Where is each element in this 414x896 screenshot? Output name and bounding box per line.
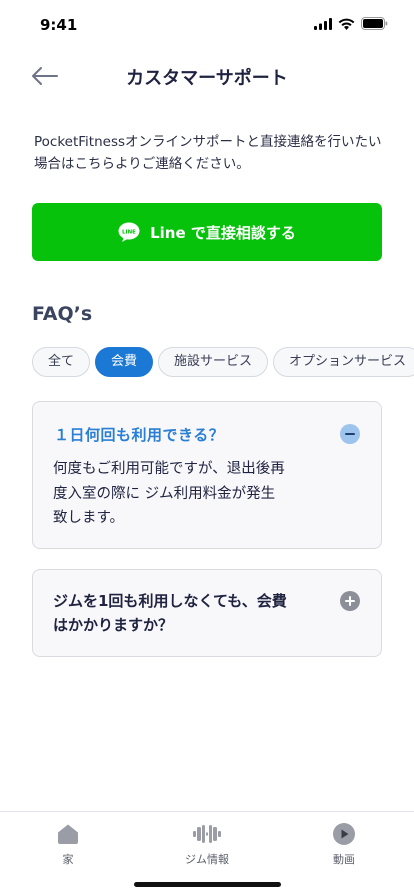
- tab-video-label: 動画: [333, 853, 355, 866]
- faq-question-line: はかかりますか？: [53, 616, 174, 634]
- chip-option-service[interactable]: オプションサービス: [273, 347, 414, 377]
- chip-facility-service[interactable]: 施設サービス: [158, 347, 269, 377]
- faq-answer-line: 何度もご利用可能ですが、退出後再: [53, 461, 285, 477]
- faq-item-expanded[interactable]: １日何回も利用できる？ 何度もご利用可能ですが、退出後再 度入室の際に ジム利用…: [32, 401, 382, 549]
- faq-item-collapsed[interactable]: ジムを1回も利用しなくても、会費 はかかりますか？: [32, 569, 382, 657]
- tab-video[interactable]: 動画: [299, 822, 389, 867]
- status-time: 9:41: [40, 16, 78, 34]
- faq-answer-line: 致します。: [53, 510, 125, 526]
- tab-home[interactable]: 家: [23, 822, 113, 867]
- line-logo-icon: LINE: [118, 222, 140, 242]
- line-logo-text: LINE: [122, 230, 136, 236]
- faq-question: ジムを1回も利用しなくても、会費 はかかりますか？: [53, 589, 333, 637]
- faq-answer-line: 度入室の際に ジム利用料金が発生: [53, 485, 276, 502]
- faq-question: １日何回も利用できる？: [54, 426, 225, 444]
- status-bar: 9:41: [0, 0, 414, 50]
- dumbbell-icon: [193, 825, 221, 843]
- line-consult-button-label: Line で直接相談する: [150, 223, 296, 242]
- signal-icon: [314, 17, 332, 30]
- nav-header: カスタマーサポート: [0, 56, 414, 96]
- tab-gym-info[interactable]: ジム情報: [162, 822, 252, 867]
- faq-question-line: ジムを1回も利用しなくても、会費: [53, 592, 287, 610]
- collapse-minus-icon[interactable]: [340, 424, 360, 444]
- battery-icon: [361, 17, 388, 30]
- tab-gym-info-label: ジム情報: [185, 853, 229, 866]
- chip-all[interactable]: 全て: [32, 347, 91, 377]
- wifi-icon: [338, 18, 355, 30]
- page-title: カスタマーサポート: [126, 68, 288, 89]
- home-icon: [58, 824, 78, 844]
- video-play-icon: [333, 823, 355, 845]
- faq-answer: 何度もご利用可能ですが、退出後再 度入室の際に ジム利用料金が発生 致します。: [53, 457, 323, 531]
- expand-plus-icon[interactable]: [340, 591, 360, 611]
- status-icons: [314, 17, 388, 30]
- tab-home-label: 家: [62, 853, 74, 866]
- chip-membership-fee[interactable]: 会費: [95, 347, 154, 377]
- home-indicator: [134, 882, 281, 887]
- faq-heading: FAQ’s: [32, 303, 93, 325]
- faq-category-chips: 全て 会費 施設サービス オプションサービス: [32, 347, 414, 379]
- line-consult-button[interactable]: LINE Line で直接相談する: [32, 203, 382, 261]
- intro-text: PocketFitnessオンラインサポートと直接連絡を行いたい 場合はこちらよ…: [34, 134, 382, 172]
